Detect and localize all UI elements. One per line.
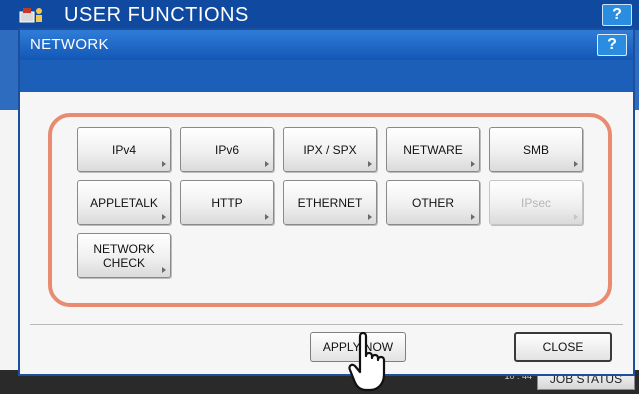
submenu-arrow-icon: [265, 214, 269, 220]
submenu-arrow-icon: [162, 267, 166, 273]
submenu-arrow-icon: [574, 161, 578, 167]
network-button-label: IPsec: [520, 195, 551, 210]
network-button-appletalk[interactable]: APPLETALK: [77, 180, 171, 225]
network-button-label: NETWORK CHECK: [93, 241, 155, 270]
network-button-label: IPv6: [214, 142, 239, 157]
divider: [30, 324, 623, 325]
dialog-title: NETWORK: [30, 36, 109, 53]
submenu-arrow-icon: [574, 214, 578, 220]
dialog-help-button[interactable]: ?: [597, 34, 627, 56]
network-button-label: HTTP: [211, 195, 243, 210]
dialog-body: IPv4 IPv6 IPX / SPX NETWARE SMB APPLETALK HTTP…: [20, 92, 633, 374]
network-button-label: ETHERNET: [297, 195, 363, 210]
dialog-band: [20, 60, 633, 92]
network-button-label: NETWARE: [403, 142, 463, 157]
network-button-label: IPv4: [111, 142, 136, 157]
network-button-netware[interactable]: NETWARE: [386, 127, 480, 172]
network-button-label: OTHER: [412, 195, 454, 210]
submenu-arrow-icon: [162, 214, 166, 220]
network-button-ipx-spx[interactable]: IPX / SPX: [283, 127, 377, 172]
network-button-label: APPLETALK: [90, 195, 158, 210]
network-button-ipv4[interactable]: IPv4: [77, 127, 171, 172]
network-button-http[interactable]: HTTP: [180, 180, 274, 225]
network-dialog: NETWORK ? IPv4 IPv6 IPX / SPX NETWARE SMB APP…: [18, 28, 635, 376]
network-button-other[interactable]: OTHER: [386, 180, 480, 225]
network-button-network-check[interactable]: NETWORK CHECK: [77, 233, 171, 278]
network-button-ipv6[interactable]: IPv6: [180, 127, 274, 172]
user-functions-icon: [19, 8, 42, 23]
network-button-label: IPX / SPX: [303, 142, 357, 157]
close-button[interactable]: CLOSE: [514, 332, 612, 362]
hand-pointer-icon: [348, 331, 386, 392]
network-button-ethernet[interactable]: ETHERNET: [283, 180, 377, 225]
network-menu-group: IPv4 IPv6 IPX / SPX NETWARE SMB APPLETALK HTTP…: [48, 113, 612, 307]
app-header: USER FUNCTIONS ?: [0, 0, 639, 30]
submenu-arrow-icon: [265, 161, 269, 167]
submenu-arrow-icon: [162, 161, 166, 167]
submenu-arrow-icon: [368, 161, 372, 167]
dialog-title-bar: NETWORK ?: [20, 30, 633, 60]
app-title: USER FUNCTIONS: [64, 4, 249, 26]
submenu-arrow-icon: [471, 214, 475, 220]
network-button-ipsec: IPsec: [489, 180, 583, 225]
network-button-label: SMB: [522, 142, 549, 157]
screen: USER FUNCTIONS ? 10 : 44 JOB STATUS NETW…: [0, 0, 639, 394]
app-help-button[interactable]: ?: [602, 4, 632, 26]
network-button-smb[interactable]: SMB: [489, 127, 583, 172]
submenu-arrow-icon: [471, 161, 475, 167]
submenu-arrow-icon: [368, 214, 372, 220]
